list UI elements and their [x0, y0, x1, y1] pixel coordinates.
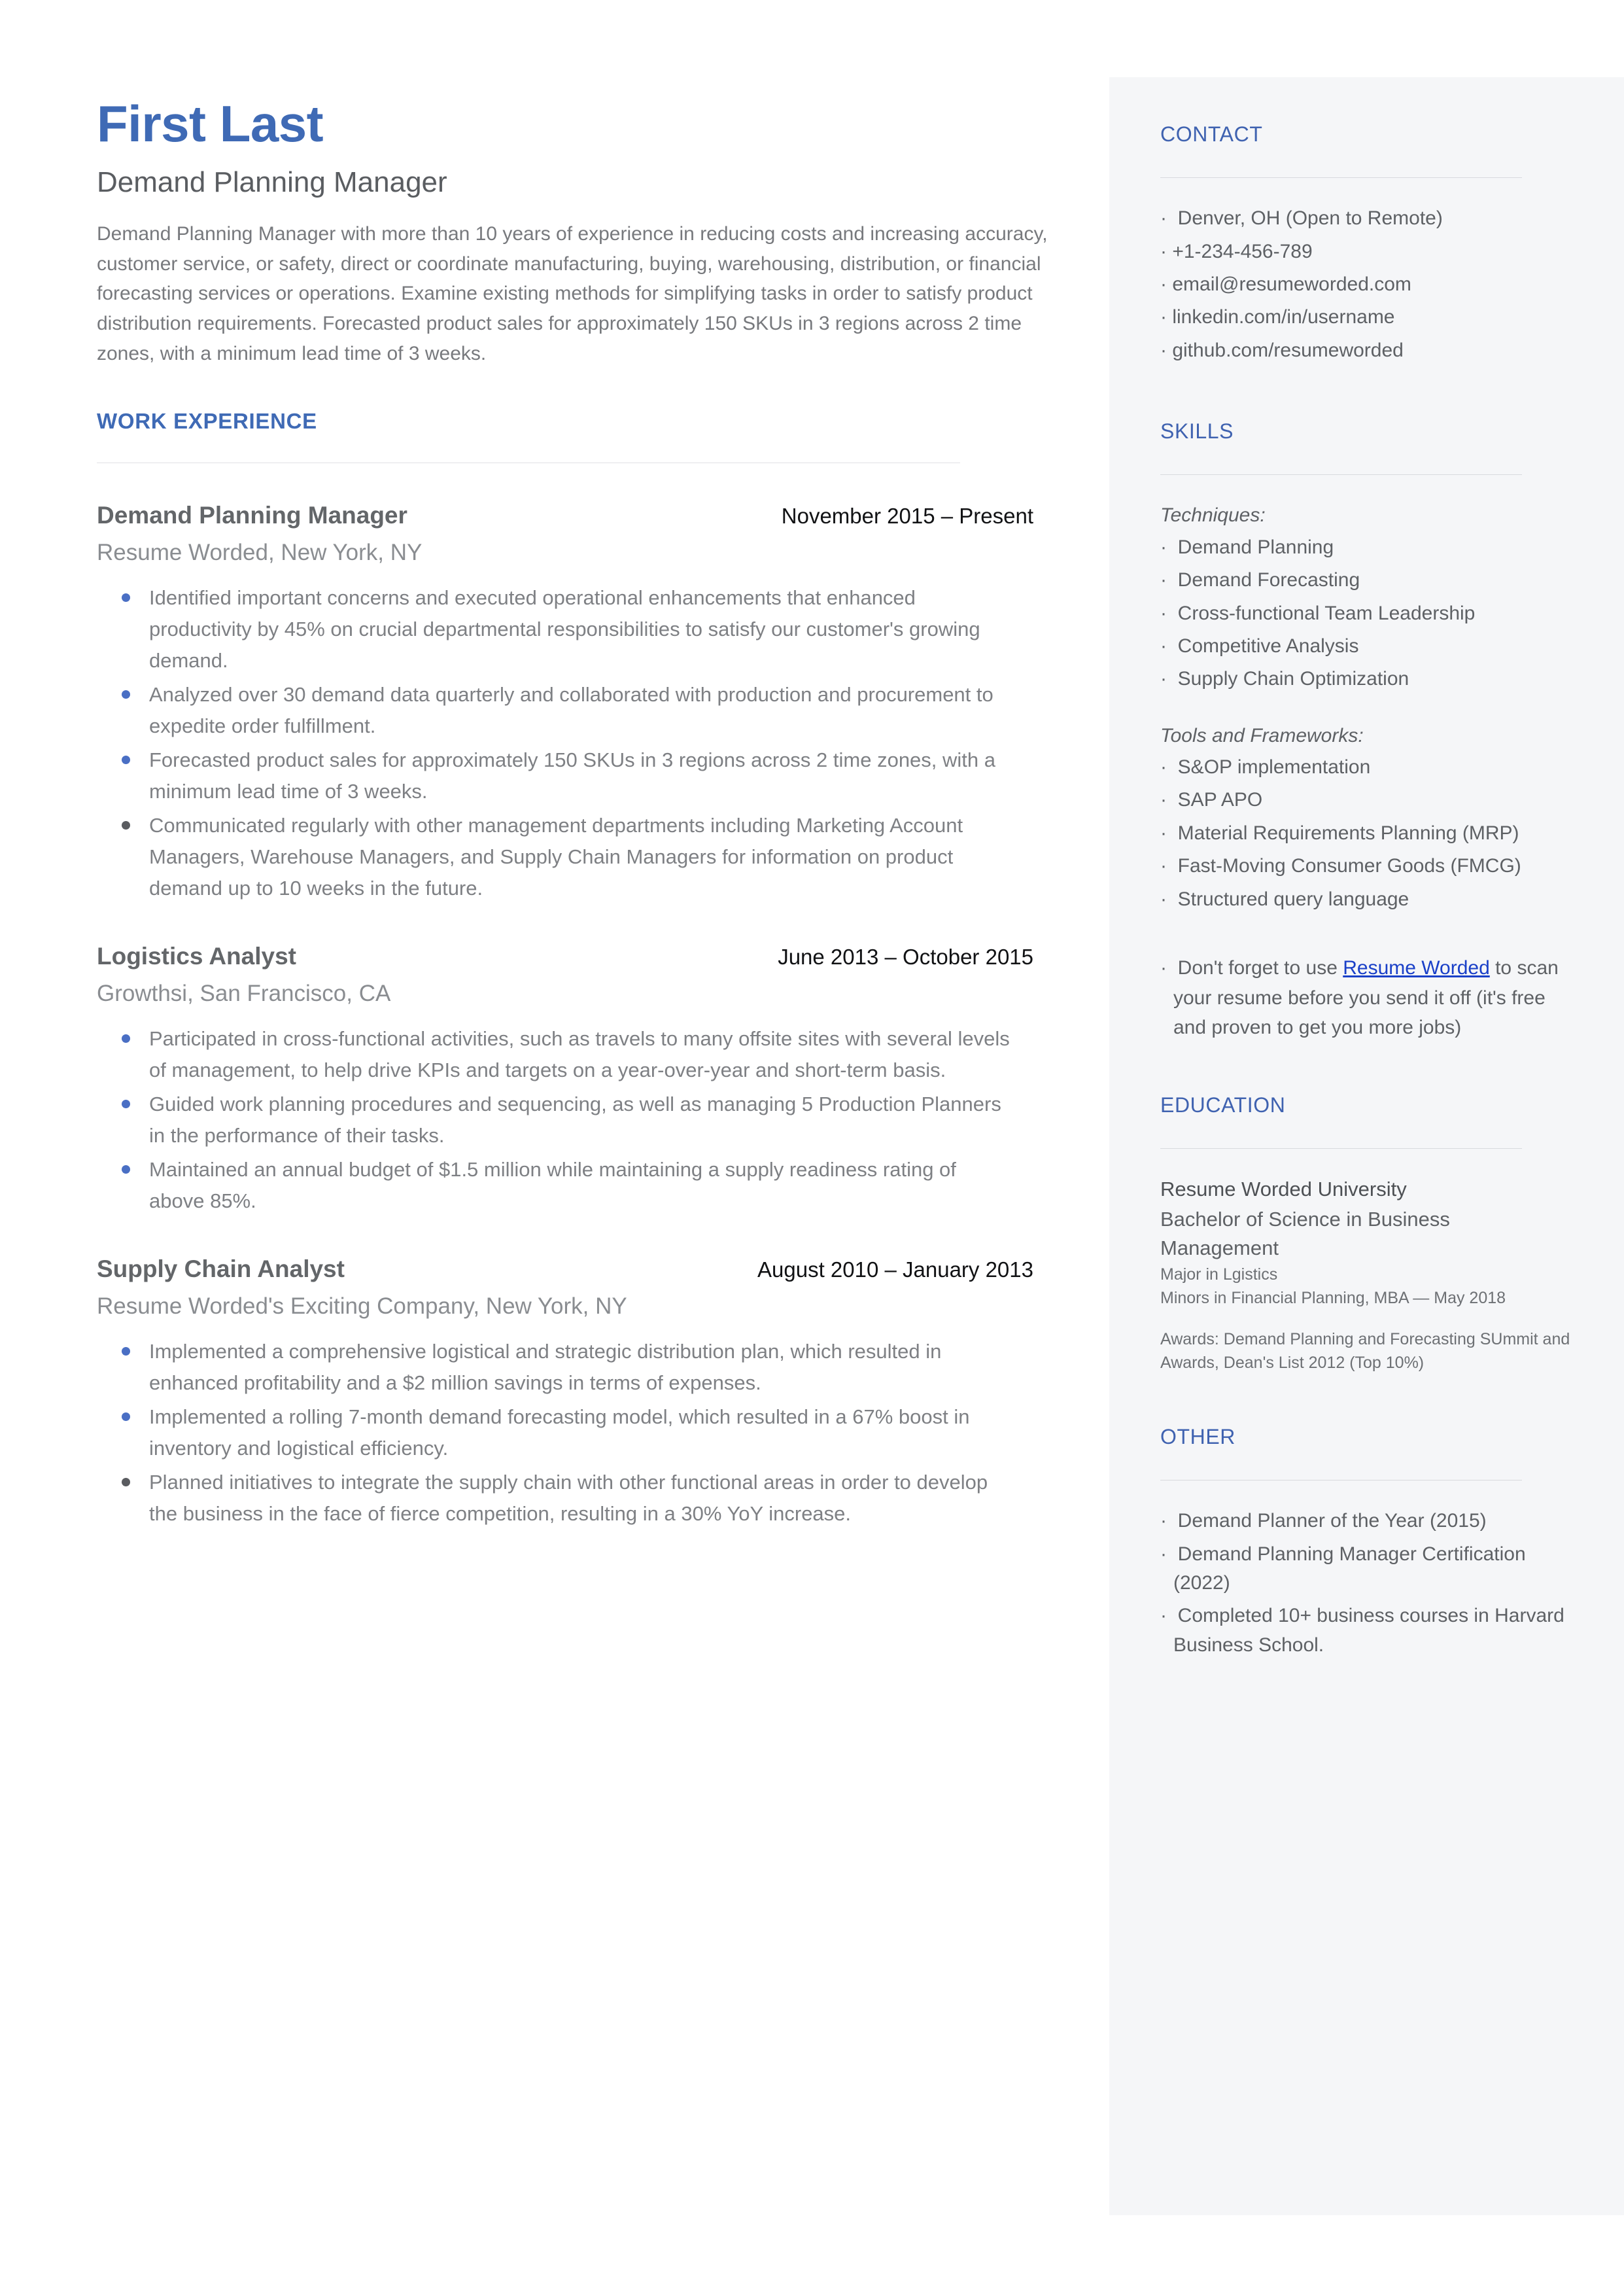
- job-bullet: Planned initiatives to integrate the sup…: [97, 1467, 1012, 1530]
- job-entry: Demand Planning Manager November 2015 – …: [97, 501, 1065, 568]
- contact-item-linkedin[interactable]: · linkedin.com/in/username: [1160, 303, 1572, 332]
- section-title-work-experience: WORK EXPERIENCE: [97, 409, 317, 434]
- job-company: Resume Worded, New York, NY: [97, 539, 423, 565]
- bullet-dot-icon: [122, 1100, 130, 1109]
- job-bullet: Forecasted product sales for approximate…: [97, 745, 1012, 807]
- job-bullet: Implemented a comprehensive logistical a…: [97, 1336, 1012, 1399]
- job-header-row: Supply Chain Analyst August 2010 – Janua…: [97, 1255, 1039, 1284]
- skill-item: · Material Requirements Planning (MRP): [1160, 822, 1519, 844]
- job-bullet: Analyzed over 30 demand data quarterly a…: [97, 679, 1012, 742]
- contact-item-github[interactable]: · github.com/resumeworded: [1160, 336, 1572, 365]
- job-company: Growthsi, San Francisco, CA: [97, 980, 391, 1006]
- job-entry: Supply Chain Analyst August 2010 – Janua…: [97, 1255, 1065, 1322]
- promo-text: · Don't forget to use Resume Worded to s…: [1160, 957, 1559, 1039]
- skill-item: · Supply Chain Optimization: [1160, 668, 1409, 690]
- sidebar-section-title-other: OTHER: [1160, 1425, 1235, 1449]
- job-title: Logistics Analyst: [97, 943, 296, 970]
- education-school: Resume Worded University: [1160, 1177, 1407, 1200]
- skill-item: · Structured query language: [1160, 888, 1409, 910]
- skills-group-label-tools: Tools and Frameworks:: [1160, 724, 1364, 746]
- bullet-dot-icon: [122, 1165, 130, 1174]
- job-dates: August 2010 – January 2013: [757, 1257, 1033, 1282]
- skill-item: · Competitive Analysis: [1160, 635, 1359, 657]
- other-item: · Demand Planner of the Year (2015): [1160, 1510, 1487, 1532]
- skill-item: · Demand Planning: [1160, 536, 1334, 558]
- bullet-dot-icon: [122, 1346, 130, 1356]
- skill-item: · Demand Forecasting: [1160, 569, 1360, 591]
- contact-list: · Denver, OH (Open to Remote) · +1-234-4…: [1160, 204, 1572, 365]
- other-list: · Demand Planner of the Year (2015) · De…: [1160, 1507, 1572, 1660]
- job-title: Demand Planning Manager: [97, 502, 407, 529]
- skill-item: · S&OP implementation: [1160, 756, 1371, 779]
- divider-contact: [1160, 177, 1522, 179]
- job-bullets: Implemented a comprehensive logistical a…: [97, 1336, 1065, 1530]
- skills-list-tools: · S&OP implementation · SAP APO · Materi…: [1160, 753, 1572, 914]
- resume-worded-link[interactable]: Resume Worded: [1343, 957, 1490, 979]
- divider-education: [1160, 1148, 1522, 1149]
- job-header-row: Demand Planning Manager November 2015 – …: [97, 501, 1039, 530]
- sidebar-section-title-skills: SKILLS: [1160, 419, 1234, 444]
- education-degree: Bachelor of Science in Business Manageme…: [1160, 1208, 1450, 1260]
- job-dates: June 2013 – October 2015: [778, 945, 1033, 970]
- sidebar: CONTACT · Denver, OH (Open to Remote) · …: [1109, 77, 1624, 2215]
- sidebar-section-title-education: EDUCATION: [1160, 1093, 1286, 1117]
- sidebar-section-title-contact: CONTACT: [1160, 122, 1263, 146]
- professional-summary: Demand Planning Manager with more than 1…: [97, 223, 1048, 364]
- job-bullet: Guided work planning procedures and sequ…: [97, 1089, 1012, 1151]
- contact-item-email[interactable]: · email@resumeworded.com: [1160, 270, 1572, 299]
- contact-item-location: · Denver, OH (Open to Remote): [1160, 207, 1443, 230]
- skills-list-techniques: · Demand Planning · Demand Forecasting ·…: [1160, 533, 1572, 694]
- bullet-dot-icon: [122, 690, 130, 699]
- candidate-headline: Demand Planning Manager: [97, 166, 447, 198]
- bullet-dot-icon: [122, 821, 130, 830]
- skill-item: · SAP APO: [1160, 789, 1263, 811]
- bullet-dot-icon: [122, 1412, 130, 1421]
- main-column: First Last Demand Planning Manager Deman…: [97, 98, 1065, 1568]
- job-bullet: Identified important concerns and execut…: [97, 582, 1012, 676]
- job-bullet: Implemented a rolling 7-month demand for…: [97, 1401, 1012, 1464]
- job-bullet: Communicated regularly with other manage…: [97, 810, 1012, 904]
- job-bullets: Participated in cross-functional activit…: [97, 1023, 1065, 1217]
- resume-page: CONTACT · Denver, OH (Open to Remote) · …: [0, 0, 1624, 2295]
- candidate-name: First Last: [97, 95, 324, 152]
- bullet-dot-icon: [122, 593, 130, 602]
- job-title: Supply Chain Analyst: [97, 1255, 345, 1283]
- divider-skills: [1160, 474, 1522, 476]
- job-company: Resume Worded's Exciting Company, New Yo…: [97, 1293, 627, 1319]
- job-bullet: Maintained an annual budget of $1.5 mill…: [97, 1154, 1012, 1217]
- skill-item: · Cross-functional Team Leadership: [1160, 602, 1476, 624]
- skills-group-label-techniques: Techniques:: [1160, 504, 1266, 527]
- job-header-row: Logistics Analyst June 2013 – October 20…: [97, 942, 1039, 971]
- education-minors: Minors in Financial Planning, MBA — May …: [1160, 1289, 1506, 1308]
- bullet-dot-icon: [122, 1478, 130, 1487]
- job-dates: November 2015 – Present: [781, 504, 1033, 529]
- bullet-dot-icon: [122, 1034, 130, 1043]
- contact-item-phone: · +1-234-456-789: [1160, 240, 1313, 262]
- job-entry: Logistics Analyst June 2013 – October 20…: [97, 942, 1065, 1009]
- job-bullets: Identified important concerns and execut…: [97, 582, 1065, 904]
- education-awards: Awards: Demand Planning and Forecasting …: [1160, 1329, 1570, 1372]
- education-major: Major in Lgistics: [1160, 1265, 1278, 1284]
- job-bullet: Participated in cross-functional activit…: [97, 1023, 1012, 1086]
- other-item: · Completed 10+ business courses in Harv…: [1160, 1605, 1564, 1656]
- skill-item: · Fast-Moving Consumer Goods (FMCG): [1160, 855, 1521, 877]
- bullet-dot-icon: [122, 756, 130, 765]
- other-item: · Demand Planning Manager Certification …: [1160, 1543, 1526, 1594]
